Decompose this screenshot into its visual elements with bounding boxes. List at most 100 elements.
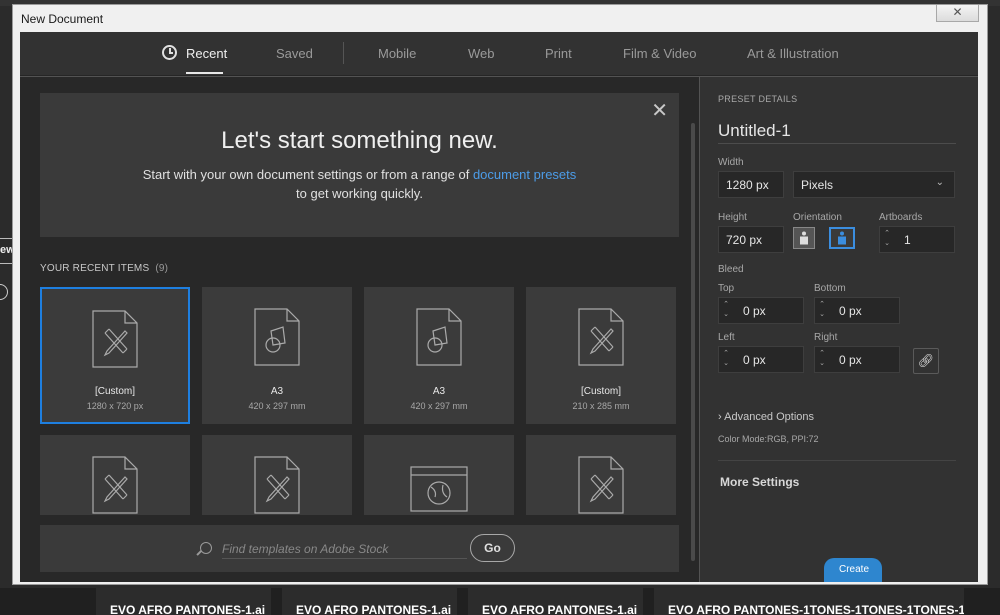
tab-mobile[interactable]: Mobile [378,46,416,61]
recent-items-label: YOUR RECENT ITEMS [40,263,150,274]
recent-item-card[interactable] [526,435,676,515]
color-mode-info: Color Mode:RGB, PPI:72 [718,434,819,444]
bleed-bottom-value: 0 px [839,304,862,318]
welcome-subtitle-text: to get working quickly. [296,186,423,201]
recent-items-heading: YOUR RECENT ITEMS (9) [40,263,168,274]
height-label: Height [718,212,747,223]
preset-details-heading: PRESET DETAILS [718,94,798,104]
pencil-doc-icon [254,456,300,514]
recent-item-name: A3 [270,386,284,397]
bleed-top-label: Top [718,283,735,294]
recent-item-name: [Custom] [580,386,621,397]
bleed-left-value: 0 px [743,353,766,367]
artboards-label: Artboards [879,212,923,223]
stock-search-input[interactable] [222,539,467,559]
bleed-top-value: 0 px [743,304,766,318]
stepper-arrows-icon[interactable]: ⌃ ⌄ [721,349,731,370]
bleed-bottom-field[interactable]: ⌃ ⌄ 0 px [814,297,900,324]
create-button-label: Create [838,564,869,575]
bleed-bottom-label: Bottom [814,283,846,294]
create-button[interactable]: Create [820,558,888,582]
welcome-subtitle-text: Start with your own document settings or… [142,167,473,182]
document-name-field[interactable]: Untitled-1 [718,121,791,141]
recent-item-card[interactable]: A3 420 x 297 mm [364,287,514,424]
height-field[interactable]: 720 px [718,226,784,253]
artboards-field[interactable]: ⌃ ⌄ 1 [879,226,955,253]
preset-details-panel: PRESET DETAILS Untitled-1 Width 1280 px … [700,77,978,582]
advanced-options-label: Advanced Options [724,411,815,423]
shapes-doc-icon [416,308,462,366]
bleed-left-label: Left [718,332,735,343]
recent-items-count: (9) [155,263,169,274]
pencil-doc-icon [578,308,624,366]
landscape-orientation-button[interactable] [829,227,855,249]
pencil-doc-icon [92,456,138,514]
units-select-value: Pixels [801,178,834,192]
bleed-right-value: 0 px [839,353,862,367]
tab-film-video[interactable]: Film & Video [623,46,696,61]
recent-item-card[interactable]: [Custom] 1280 x 720 px [40,287,190,424]
portrait-orientation-button[interactable] [793,227,815,249]
shapes-doc-icon [254,308,300,366]
active-tab-underline [186,72,223,74]
welcome-title: Let's start something new. [221,127,498,154]
bleed-top-field[interactable]: ⌃ ⌄ 0 px [718,297,804,324]
section-divider [718,460,956,461]
window-close-button[interactable]: ✕ [936,5,979,22]
chevron-down-icon: ⌄ [935,177,944,188]
pencil-doc-icon [578,456,624,514]
web-globe-icon [410,466,468,512]
background-document-tabs: EVO AFRO PANTONES-1.ai EVO AFRO PANTONES… [0,588,1000,615]
portrait-icon [800,231,808,245]
recent-item-size: 420 x 297 mm [410,401,468,411]
bleed-right-field[interactable]: ⌃ ⌄ 0 px [814,346,900,373]
recent-item-card[interactable]: A3 420 x 297 mm [202,287,352,424]
link-bleed-button[interactable]: 🔗︎ [913,348,939,374]
tab-web[interactable]: Web [468,46,495,61]
stepper-arrows-icon[interactable]: ⌃ ⌄ [817,349,827,370]
more-settings-button[interactable]: More Settings [720,475,799,489]
width-field[interactable]: 1280 px [718,171,784,198]
tab-art-illustration[interactable]: Art & Illustration [747,46,839,61]
stepper-arrows-icon[interactable]: ⌃ ⌄ [882,229,892,250]
stepper-arrows-icon[interactable]: ⌃ ⌄ [721,300,731,321]
go-button[interactable]: Go [470,534,515,562]
category-tabs: Recent Saved Mobile Web Print Film & Vid… [20,32,978,76]
new-document-dialog: Recent Saved Mobile Web Print Film & Vid… [20,32,978,582]
clock-icon [162,45,177,60]
document-name-underline [718,143,956,144]
new-document-window: New Document ✕ Recent Saved Mobile Web P… [12,4,988,585]
search-icon [200,542,212,554]
background-document-tab[interactable]: EVO AFRO PANTONES-1TONES-1TONES-1TONES-1 [654,588,964,615]
bleed-left-field[interactable]: ⌃ ⌄ 0 px [718,346,804,373]
background-document-tab[interactable]: EVO AFRO PANTONES-1.ai [96,588,271,615]
advanced-options-toggle[interactable]: › Advanced Options [718,411,814,423]
units-select[interactable]: Pixels ⌄ [793,171,955,198]
recent-scrollbar[interactable] [691,123,695,561]
chain-link-icon: 🔗︎ [917,353,935,368]
pencil-doc-icon [92,310,138,368]
recent-item-card[interactable]: [Custom] 210 x 285 mm [526,287,676,424]
tab-recent[interactable]: Recent [186,46,227,61]
close-icon[interactable]: ✕ [651,101,668,121]
landscape-icon [838,231,846,245]
bleed-label: Bleed [718,264,744,275]
recent-item-size: 1280 x 720 px [86,401,144,411]
recent-item-size: 210 x 285 mm [572,401,630,411]
recent-pane: ✕ Let's start something new. Start with … [20,77,699,582]
tab-print[interactable]: Print [545,46,572,61]
recent-item-name: A3 [432,386,446,397]
welcome-banner: ✕ Let's start something new. Start with … [40,93,679,237]
background-document-tab[interactable]: EVO AFRO PANTONES-1.ai [282,588,457,615]
chevron-right-icon: › [718,411,722,423]
background-document-tab[interactable]: EVO AFRO PANTONES-1.ai [468,588,643,615]
tab-saved[interactable]: Saved [276,46,313,61]
stepper-arrows-icon[interactable]: ⌃ ⌄ [817,300,827,321]
background-app-circle-icon [0,284,8,300]
orientation-label: Orientation [793,212,842,223]
document-presets-link[interactable]: document presets [473,167,576,182]
recent-item-card[interactable] [40,435,190,515]
recent-item-card[interactable] [364,435,514,515]
recent-item-card[interactable] [202,435,352,515]
tab-divider [343,42,344,64]
